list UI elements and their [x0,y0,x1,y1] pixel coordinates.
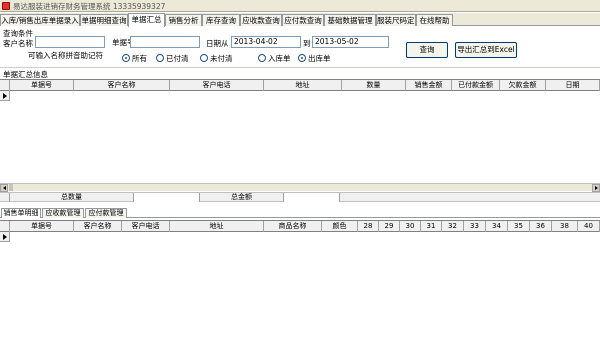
scroll-right-icon [595,186,598,190]
radio-unpaid[interactable]: 未付清 [200,54,233,64]
date-from-label: 日期从 [206,39,229,48]
detail-col-size-38[interactable]: 38 [552,221,578,232]
tab-doc-detail-query[interactable]: 单据明细查询 [80,14,128,26]
tab-stock-entry[interactable]: 入库/销售出库单据录入 [0,14,80,26]
summary-col-date[interactable]: 日期 [546,80,600,91]
scroll-thumb[interactable] [9,184,13,191]
detail-row-pointer-icon [3,234,7,240]
window-title: 易达服装进销存财务管理系统 13335939327 [13,2,166,11]
detail-col-size-36[interactable]: 36 [530,221,552,232]
total-qty-label: 总数量 [10,193,134,202]
radio-outbound-label: 出库单 [308,54,331,63]
radio-all-label: 所有 [132,54,147,63]
app-logo-icon [2,2,10,10]
total-amount-value [284,193,340,202]
date-to-input[interactable]: 2013-05-02 [312,36,389,48]
customer-label: 客户名称 [3,39,33,48]
date-to-label: 到 [303,39,311,48]
radio-paid-dot [156,54,164,62]
doc-no-input[interactable] [130,36,200,48]
tab-doc-summary[interactable]: 单据汇总 [128,13,165,27]
export-excel-button[interactable]: 导出汇总到Excel [455,42,517,58]
detail-col-product-name[interactable]: 商品名称 [264,221,322,232]
detail-col-size-28[interactable]: 28 [358,221,379,232]
detail-col-phone[interactable]: 客户电话 [122,221,170,232]
summary-col-phone[interactable]: 客户电话 [170,80,264,91]
summary-grid[interactable]: 单据号 客户名称 客户电话 地址 数量 销售金额 已付款金额 欠款金额 日期 [0,79,600,183]
detail-col-customer[interactable]: 客户名称 [74,221,122,232]
detail-col-address[interactable]: 地址 [170,221,264,232]
tab-sales-detail[interactable]: 销售单明细 [1,208,41,218]
summary-col-selector [0,80,10,91]
scroll-right-button[interactable] [592,184,600,192]
tab-payable-query[interactable]: 应付款查询 [282,14,324,26]
radio-unpaid-label: 未付清 [210,54,233,63]
customer-hint: 可输入名称拼音助记符 [28,51,103,60]
detail-col-color[interactable]: 颜色 [322,221,358,232]
detail-row-selector[interactable] [0,232,10,242]
detail-col-size-35[interactable]: 35 [508,221,530,232]
summary-col-owed-amount[interactable]: 欠款金额 [500,80,546,91]
summary-panel: 查询条件 客户名称 可输入名称拼音助记符 单据号 日期从 2013-04-02 … [0,27,600,349]
customer-input[interactable] [35,36,105,48]
tab-size-definition[interactable]: 服装尺码定义 [376,14,416,26]
row-pointer-icon [3,93,7,99]
detail-col-size-29[interactable]: 29 [379,221,400,232]
summary-row-selector[interactable] [0,91,10,101]
detail-grid-header: 单据号 客户名称 客户电话 地址 商品名称 颜色 28 29 30 31 32 … [0,221,600,232]
radio-outbound[interactable]: 出库单 [298,54,331,64]
summary-col-sales-amount[interactable]: 销售金额 [406,80,452,91]
radio-unpaid-dot [200,54,208,62]
date-from-input[interactable]: 2013-04-02 [231,36,301,48]
totals-bar: 总数量 总金额 [0,192,600,202]
radio-inbound[interactable]: 入库单 [258,54,291,64]
radio-paid-label: 已付清 [166,54,189,63]
main-tab-bar: 入库/销售出库单据录入 单据明细查询 单据汇总 销售分析 库存查询 应收款查询 … [0,13,600,27]
total-qty-value [134,193,200,202]
title-bar: 易达服装进销存财务管理系统 13335939327 [0,0,600,12]
tab-receivable-query[interactable]: 应收款查询 [240,14,282,26]
tab-sales-analysis[interactable]: 销售分析 [165,14,202,26]
total-amount-label: 总金额 [200,193,284,202]
detail-tab-bar: 销售单明细 应收款管理 应付款管理 [0,208,600,218]
detail-col-doc-no[interactable]: 单据号 [10,221,74,232]
tab-online-help[interactable]: 在线帮助 [416,14,453,26]
radio-all[interactable]: 所有 [122,54,147,64]
summary-col-address[interactable]: 地址 [264,80,342,91]
tab-payable-mgmt[interactable]: 应付款管理 [85,208,127,218]
detail-col-size-33[interactable]: 33 [464,221,486,232]
section-divider [0,67,600,68]
totals-spacer [0,193,10,202]
radio-all-dot [122,54,130,62]
summary-col-customer[interactable]: 客户名称 [74,80,170,91]
scroll-left-button[interactable] [0,184,8,192]
detail-col-selector [0,221,10,232]
tab-receivable-mgmt[interactable]: 应收款管理 [42,208,84,218]
tab-inventory-query[interactable]: 库存查询 [202,14,240,26]
summary-col-doc-no[interactable]: 单据号 [10,80,74,91]
tab-base-data[interactable]: 基础数据管理 [324,14,376,26]
detail-col-size-30[interactable]: 30 [400,221,421,232]
summary-grid-header: 单据号 客户名称 客户电话 地址 数量 销售金额 已付款金额 欠款金额 日期 [0,80,600,91]
detail-col-size-31[interactable]: 31 [421,221,442,232]
detail-col-size-40[interactable]: 40 [578,221,600,232]
summary-col-paid-amount[interactable]: 已付款金额 [452,80,500,91]
summary-col-quantity[interactable]: 数量 [342,80,406,91]
summary-horizontal-scrollbar[interactable] [0,183,600,192]
detail-grid[interactable]: 单据号 客户名称 客户电话 地址 商品名称 颜色 28 29 30 31 32 … [0,220,600,349]
radio-inbound-label: 入库单 [268,54,291,63]
radio-outbound-dot [298,54,306,62]
radio-paid[interactable]: 已付清 [156,54,189,64]
detail-col-size-32[interactable]: 32 [442,221,464,232]
radio-inbound-dot [258,54,266,62]
scroll-left-icon [3,186,6,190]
query-button[interactable]: 查询 [406,42,448,58]
detail-col-size-34[interactable]: 34 [486,221,508,232]
